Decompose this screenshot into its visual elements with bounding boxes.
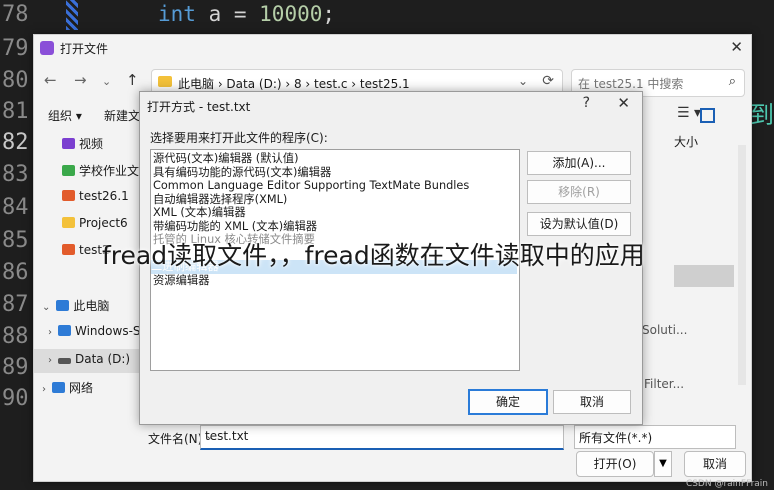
ok-button[interactable]: 确定 xyxy=(468,389,548,415)
view-options-icon[interactable]: ☰ ▾ xyxy=(677,105,701,121)
column-header-size[interactable]: 大小 xyxy=(674,133,698,150)
filename-field[interactable]: test.txt ⌄ xyxy=(200,425,564,450)
line-number: 78 xyxy=(2,2,29,27)
folder-icon xyxy=(62,190,75,201)
chevron-right-icon[interactable]: › xyxy=(48,327,52,338)
line-number-gutter: 78 79 80 81 82 83 84 85 86 87 88 89 90 xyxy=(0,0,36,490)
network-icon xyxy=(52,382,65,393)
help-icon[interactable]: ? xyxy=(583,95,590,111)
watermark-headline: fread读取文件，，fread函数在文件读取中的应用 xyxy=(102,241,645,270)
folder-icon xyxy=(158,76,172,87)
file-item-label[interactable]: Soluti... xyxy=(642,323,687,337)
filename-row: 文件名(N): test.txt ⌄ 所有文件(*.*) ⌄ xyxy=(34,423,751,453)
chevron-down-icon[interactable]: ⌄ xyxy=(579,429,729,442)
sidebar-item-label: 网络 xyxy=(69,381,94,395)
line-number: 86 xyxy=(2,260,29,285)
chevron-right-icon[interactable]: › xyxy=(42,384,46,395)
code-variable: a = xyxy=(195,2,260,26)
back-arrow-icon[interactable]: ← xyxy=(44,71,57,89)
search-input[interactable]: 在 test25.1 中搜索 xyxy=(578,75,683,92)
cancel-button[interactable]: 取消 xyxy=(684,451,746,477)
sidebar-item-label: test26.1 xyxy=(79,189,129,203)
line-number: 85 xyxy=(2,228,29,253)
drive-icon xyxy=(58,358,71,364)
sidebar-item-this-pc[interactable]: ⌄ 此电脑 xyxy=(42,297,109,317)
credit-watermark: CSDN @rainFFrain xyxy=(685,479,768,489)
sidebar-item-label: Data (D:) xyxy=(75,352,131,366)
refresh-icon[interactable]: ⟳ xyxy=(542,73,554,89)
video-icon xyxy=(62,138,75,149)
list-item[interactable]: 带编码功能的 XML (文本)编辑器 xyxy=(153,220,317,234)
line-number: 81 xyxy=(2,99,29,124)
line-number: 89 xyxy=(2,355,29,380)
filename-label: 文件名(N): xyxy=(148,432,207,446)
drive-icon xyxy=(58,325,71,336)
line-number: 83 xyxy=(2,162,29,187)
open-dropdown-icon[interactable]: ▼ xyxy=(654,451,672,477)
set-default-button[interactable]: 设为默认值(D) xyxy=(527,212,631,236)
side-glyph: 到 xyxy=(750,101,774,129)
chevron-down-icon[interactable]: ⌄ xyxy=(518,74,528,88)
computer-icon xyxy=(56,300,70,311)
up-arrow-icon[interactable]: ↑ xyxy=(126,71,139,89)
folder-icon xyxy=(62,244,75,255)
line-number: 82 xyxy=(2,130,29,155)
line-number: 84 xyxy=(2,195,29,220)
preview-pane-icon[interactable] xyxy=(700,108,715,123)
sidebar-item-school[interactable]: 学校作业文件 xyxy=(62,162,151,182)
line-number: 80 xyxy=(2,68,29,93)
close-icon[interactable]: ✕ xyxy=(617,94,630,112)
sidebar-item-project6[interactable]: Project6 xyxy=(62,216,128,236)
organize-menu[interactable]: 组织 ▾ xyxy=(48,107,82,124)
chevron-down-icon[interactable]: ⌄ xyxy=(42,302,50,313)
change-marker xyxy=(66,0,78,30)
list-item[interactable]: 具有编码功能的源代码(文本)编辑器 xyxy=(153,166,331,180)
code-keyword: int xyxy=(158,2,196,26)
visual-studio-icon xyxy=(40,41,54,55)
list-item[interactable]: XML (文本)编辑器 xyxy=(153,206,246,220)
cancel-button[interactable]: 取消 xyxy=(553,390,631,414)
breadcrumb[interactable]: 此电脑 › Data (D:) › 8 › test.c › test25.1 xyxy=(178,75,410,92)
chevron-down-icon[interactable]: ⌄ xyxy=(205,429,557,442)
sidebar-item-label: Project6 xyxy=(79,216,128,230)
list-item[interactable]: Common Language Editor Supporting TextMa… xyxy=(153,179,469,193)
open-button[interactable]: 打开(O) xyxy=(576,451,654,477)
add-button[interactable]: 添加(A)... xyxy=(527,151,631,175)
line-number: 90 xyxy=(2,386,29,411)
line-number: 87 xyxy=(2,292,29,317)
sidebar-item-label: Windows-S xyxy=(75,324,141,338)
sidebar-item-network[interactable]: › 网络 xyxy=(42,379,93,399)
chevron-right-icon[interactable]: › xyxy=(48,355,52,366)
chevron-down-icon[interactable]: ⌄ xyxy=(102,75,111,88)
sidebar-item-data-d[interactable]: › Data (D:) xyxy=(48,352,130,372)
list-item[interactable]: 源代码(文本)编辑器 (默认值) xyxy=(153,152,299,166)
list-item[interactable]: 自动编辑器选择程序(XML) xyxy=(153,193,287,207)
close-icon[interactable]: ✕ xyxy=(730,38,743,56)
search-icon: ⌕ xyxy=(728,74,736,89)
forward-arrow-icon[interactable]: → xyxy=(74,71,87,89)
selected-file-row[interactable] xyxy=(674,265,734,287)
selected-sidebar-row: › Data (D:) xyxy=(34,349,142,373)
folder-icon xyxy=(62,217,75,228)
remove-button[interactable]: 移除(R) xyxy=(527,180,631,204)
file-item-label[interactable]: Filter... xyxy=(644,377,684,391)
code-semicolon: ; xyxy=(322,2,336,26)
list-item[interactable]: 资源编辑器 xyxy=(153,274,210,288)
code-number: 10000 xyxy=(259,2,323,26)
sidebar-item-label: 视频 xyxy=(79,137,104,151)
dialog-titlebar: 打开文件 ✕ xyxy=(34,35,751,61)
dialog-title: 打开方式 - test.txt xyxy=(147,100,251,114)
sidebar-item-windows[interactable]: › Windows-S xyxy=(48,324,141,344)
filetype-select[interactable]: 所有文件(*.*) ⌄ xyxy=(574,425,736,449)
line-number: 79 xyxy=(2,36,29,61)
dialog-title: 打开文件 xyxy=(60,42,109,56)
sidebar-item-label: 此电脑 xyxy=(73,299,110,313)
code-line[interactable]: int a = 10000; xyxy=(158,2,335,26)
sidebar-item-test26[interactable]: test26.1 xyxy=(62,189,129,209)
program-prompt: 选择要用来打开此文件的程序(C): xyxy=(150,131,328,145)
vertical-scrollbar[interactable] xyxy=(738,145,746,385)
sidebar-item-videos[interactable]: 视频 xyxy=(62,135,103,155)
folder-icon xyxy=(62,165,75,176)
line-number: 88 xyxy=(2,324,29,349)
